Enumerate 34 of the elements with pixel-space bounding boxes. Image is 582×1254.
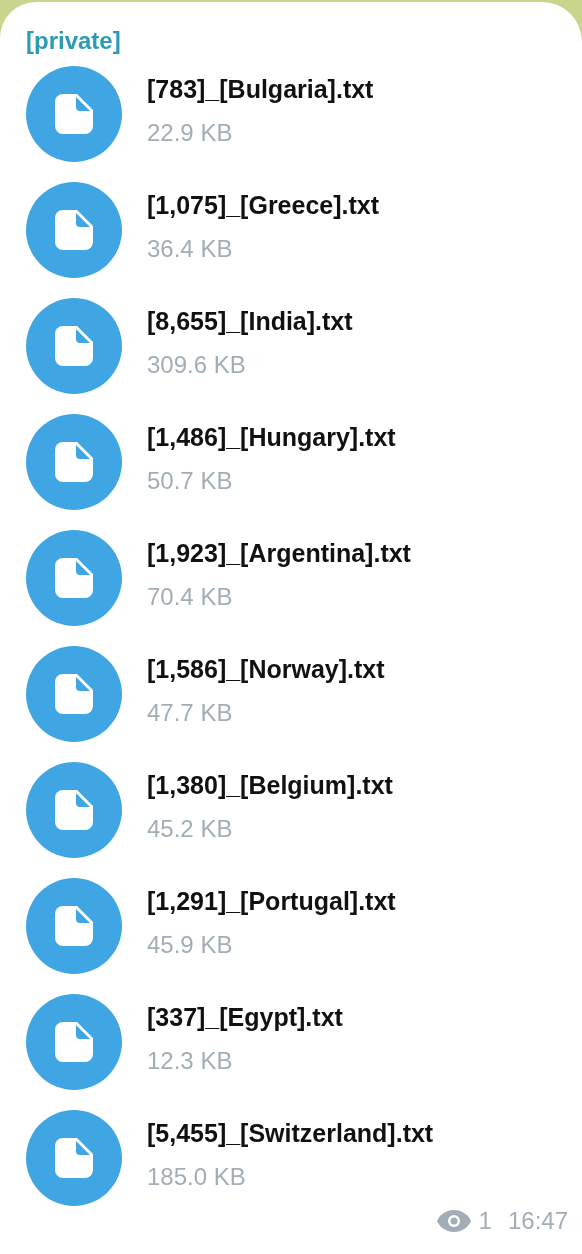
- file-icon: [55, 1022, 93, 1062]
- file-icon: [55, 94, 93, 134]
- file-icon: [55, 442, 93, 482]
- file-size: 45.2 KB: [147, 814, 233, 844]
- file-name: [1,380]_[Belgium].txt: [147, 770, 393, 800]
- file-size: 185.0 KB: [147, 1162, 246, 1192]
- eye-icon: [436, 1210, 471, 1232]
- file-name: [337]_[Egypt].txt: [147, 1002, 343, 1032]
- file-size: 12.3 KB: [147, 1046, 233, 1076]
- file-size: 70.4 KB: [147, 582, 233, 612]
- file-name: [1,486]_[Hungary].txt: [147, 422, 396, 452]
- sender-name[interactable]: [private]: [26, 26, 121, 66]
- file-size: 36.4 KB: [147, 234, 233, 264]
- file-name: [1,586]_[Norway].txt: [147, 654, 385, 684]
- file-size: 22.9 KB: [147, 118, 233, 148]
- file-size: 45.9 KB: [147, 930, 233, 960]
- file-name: [8,655]_[India].txt: [147, 306, 353, 336]
- file-name: [5,455]_[Switzerland].txt: [147, 1118, 434, 1148]
- file-icon: [55, 674, 93, 714]
- file-icon: [55, 790, 93, 830]
- file-name: [1,075]_[Greece].txt: [147, 190, 380, 220]
- view-count: 1: [478, 1206, 492, 1236]
- file-size: 50.7 KB: [147, 466, 233, 496]
- message-time: 16:47: [507, 1206, 568, 1236]
- file-icon: [55, 558, 93, 598]
- file-icon: [55, 906, 93, 946]
- file-size: 309.6 KB: [147, 350, 246, 380]
- file-name: [783]_[Bulgaria].txt: [147, 74, 374, 104]
- file-name: [1,923]_[Argentina].txt: [147, 538, 411, 568]
- file-icon: [55, 1138, 93, 1178]
- file-name: [1,291]_[Portugal].txt: [147, 886, 396, 916]
- file-size: 47.7 KB: [147, 698, 233, 728]
- file-icon: [55, 210, 93, 250]
- file-icon: [55, 326, 93, 366]
